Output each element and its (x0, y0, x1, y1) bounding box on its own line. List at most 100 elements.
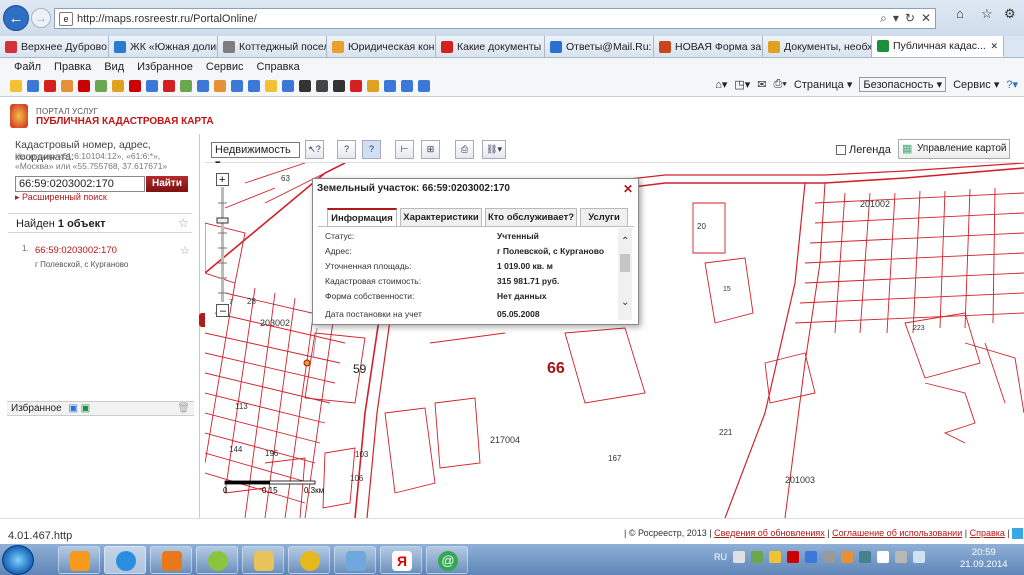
gear-icon[interactable]: ⚙ (1004, 6, 1016, 22)
print-button[interactable]: ⎙ (455, 140, 474, 159)
help-link[interactable]: Справка (970, 528, 1005, 538)
bookmark-icon[interactable] (333, 79, 345, 92)
bookmark-icon[interactable] (384, 79, 396, 92)
star-icon[interactable]: ☆ (178, 216, 189, 230)
bookmark-icon[interactable] (350, 79, 362, 92)
bookmark-icon[interactable] (180, 79, 192, 92)
browser-tab[interactable]: Какие документы кр... (436, 36, 545, 57)
bookmark-icon[interactable] (367, 79, 379, 92)
twitter-icon[interactable] (1012, 528, 1024, 540)
dropdown-icon[interactable]: ▾ (893, 11, 899, 26)
browser-tab[interactable]: Документы, необхо... (763, 36, 872, 57)
bookmark-icon[interactable] (418, 79, 430, 92)
bookmark-icon[interactable] (248, 79, 260, 92)
help-icon[interactable]: ?▾ (1006, 78, 1018, 91)
stop-icon[interactable]: ✕ (921, 11, 931, 26)
bookmark-icon[interactable] (44, 79, 56, 92)
bookmark-icon[interactable] (146, 79, 158, 92)
close-tab-icon[interactable]: ✕ (990, 41, 998, 52)
home-icon[interactable]: ⌂ (956, 6, 964, 21)
search-input[interactable]: 66:59:0203002:170 (15, 176, 145, 192)
tab-who-serves[interactable]: Кто обслуживает? (485, 208, 577, 226)
taskbar-explorer[interactable] (242, 546, 284, 574)
tray-icon[interactable] (733, 551, 745, 563)
forward-button[interactable]: → (31, 8, 51, 28)
chevron-up-icon[interactable]: ⌃ (621, 236, 629, 247)
browser-tab[interactable]: Верхнее Дуброво - ... (0, 36, 109, 57)
legend-toggle[interactable]: Легенда (836, 144, 891, 156)
tray-icon[interactable] (805, 551, 817, 563)
tray-icon[interactable] (751, 551, 763, 563)
bookmark-icon[interactable] (265, 79, 277, 92)
find-button[interactable]: Найти (146, 176, 188, 192)
menu-item[interactable]: Справка (257, 61, 300, 73)
taskbar-media-player[interactable] (150, 546, 192, 574)
taskbar-mail-agent[interactable]: @ (426, 546, 468, 574)
bookmark-icon[interactable] (316, 79, 328, 92)
tray-icon[interactable] (859, 551, 871, 563)
taskbar-odnoklassniki[interactable] (58, 546, 100, 574)
menu-item[interactable]: Избранное (137, 61, 193, 73)
bookmark-icon[interactable] (27, 79, 39, 92)
bookmark-icon[interactable] (61, 79, 73, 92)
bookmark-icon[interactable] (112, 79, 124, 92)
security-menu[interactable]: Безопасность ▾ (859, 77, 947, 92)
network-icon[interactable] (895, 551, 907, 563)
bookmark-icon[interactable] (78, 79, 90, 92)
tab-info[interactable]: Информация (327, 208, 397, 226)
link-button[interactable]: ⛓▾ (482, 140, 506, 159)
bookmark-icon[interactable] (401, 79, 413, 92)
zoom-slider[interactable]: + – (216, 173, 229, 318)
chevron-down-icon[interactable]: ⌄ (621, 297, 629, 308)
zoom-handle[interactable] (216, 217, 229, 224)
taskbar-sound[interactable] (334, 546, 376, 574)
updates-link[interactable]: Сведения об обновлениях (714, 528, 825, 538)
layer-select[interactable]: Недвижимость ▾ (211, 142, 300, 170)
refresh-icon[interactable]: ↻ (905, 11, 915, 26)
bookmark-icon[interactable] (282, 79, 294, 92)
taskbar-app[interactable] (196, 546, 238, 574)
portal-title[interactable]: ПУБЛИЧНАЯ КАДАСТРОВАЯ КАРТА (36, 116, 214, 127)
menu-item[interactable]: Сервис (206, 61, 244, 73)
bookmark-icon[interactable] (197, 79, 209, 92)
excel-icon[interactable]: ▣ (81, 403, 90, 414)
browser-tab[interactable]: Публичная кадас... ✕ (872, 36, 1004, 57)
tray-icon[interactable] (823, 551, 835, 563)
taskbar-chrome[interactable] (288, 546, 330, 574)
volume-icon[interactable] (913, 551, 925, 563)
browser-tab[interactable]: Ответы@Mail.Ru: ка... (545, 36, 654, 57)
bookmark-icon[interactable] (10, 79, 22, 92)
rss-icon[interactable]: ◳▾ (734, 78, 750, 91)
clock[interactable]: 20:59 21.09.2014 (960, 547, 1008, 571)
legend-checkbox[interactable] (836, 145, 846, 155)
close-icon[interactable]: ✕ (623, 182, 633, 196)
bookmark-icon[interactable] (299, 79, 311, 92)
measure-area-button[interactable]: ⊞ (421, 140, 440, 159)
menu-item[interactable]: Вид (104, 61, 124, 73)
trash-icon[interactable]: 🗑 (177, 403, 190, 414)
url-field[interactable]: e http://maps.rosreestr.ru/PortalOnline/… (54, 8, 936, 29)
tab-services[interactable]: Услуги (580, 208, 628, 226)
print-icon[interactable]: ⎙▾ (774, 78, 787, 91)
search-icon[interactable]: ⌕ (880, 11, 887, 26)
tab-characteristics[interactable]: Характеристики (400, 208, 482, 226)
bookmark-icon[interactable] (231, 79, 243, 92)
tray-icon[interactable] (769, 551, 781, 563)
star-icon[interactable]: ☆ (180, 244, 190, 257)
mail-icon[interactable]: ✉ (757, 78, 766, 91)
measure-length-button[interactable]: ⊢ (395, 140, 414, 159)
start-button[interactable] (2, 545, 34, 575)
result-link[interactable]: 66:59:0203002:170 (35, 245, 117, 256)
service-menu[interactable]: Сервис ▾ (953, 78, 999, 91)
back-button[interactable]: ← (3, 5, 29, 31)
home-icon[interactable]: ⌂▾ (715, 78, 727, 91)
taskbar-yandex[interactable]: Я (380, 546, 422, 574)
browser-tab[interactable]: НОВАЯ Форма запр... (654, 36, 763, 57)
advanced-search-link[interactable]: ▸ Расширенный поиск (15, 192, 107, 203)
language-indicator[interactable]: RU (714, 552, 727, 562)
bookmark-icon[interactable] (214, 79, 226, 92)
menu-item[interactable]: Правка (54, 61, 91, 73)
export-icon[interactable]: ▣ (68, 403, 77, 414)
taskbar-ie[interactable] (104, 546, 146, 574)
browser-tab[interactable]: Юридическая консу... (327, 36, 436, 57)
